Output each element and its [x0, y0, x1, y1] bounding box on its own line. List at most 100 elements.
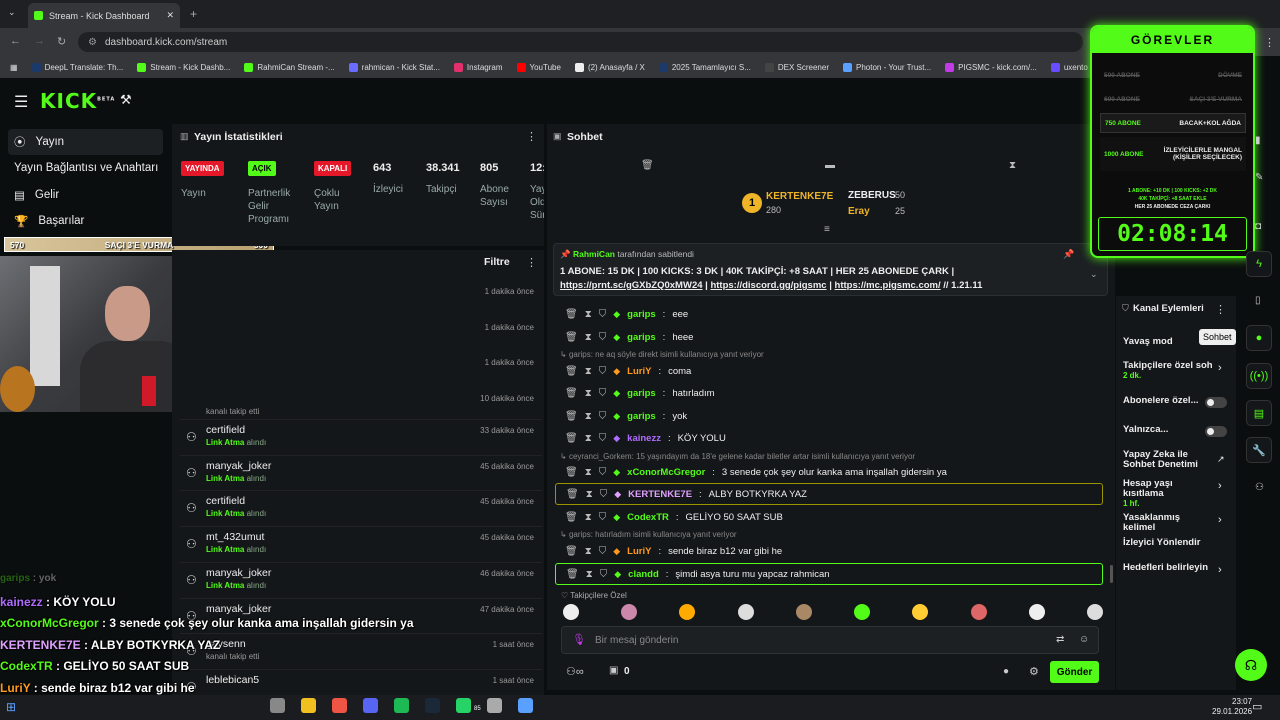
- timeout-icon[interactable]: ⧗: [585, 512, 592, 523]
- taskbar-app-icon[interactable]: [518, 698, 533, 713]
- channel-action-item[interactable]: Hedefleri belirleyin: [1123, 563, 1213, 573]
- bookmark-item[interactable]: Photon - Your Trust...: [843, 62, 931, 72]
- pinned-chevron-icon[interactable]: ⌄: [1090, 269, 1098, 280]
- taskbar-app-icon[interactable]: [487, 698, 502, 713]
- pinned-link[interactable]: https://discord.gg/pigsmc: [710, 280, 826, 291]
- pin-icon[interactable]: 📌: [1063, 249, 1074, 260]
- gift-icon[interactable]: ▣: [609, 665, 618, 676]
- timeout-icon[interactable]: ⧗: [585, 388, 592, 399]
- bookmark-item[interactable]: RahmiCan Stream -...: [244, 62, 335, 72]
- channel-action-item[interactable]: Hesap yaşı kısıtlama 1 hf.: [1123, 479, 1213, 509]
- side-icon-1[interactable]: ▮: [1255, 135, 1261, 146]
- ban-icon[interactable]: ⛉: [599, 467, 607, 478]
- chat-username[interactable]: LuriY: [627, 366, 651, 377]
- phone-icon[interactable]: ▯: [1255, 295, 1261, 306]
- taskbar-app-icon[interactable]: [425, 698, 440, 713]
- pinned-by[interactable]: RahmiCan: [573, 249, 615, 259]
- pinned-link[interactable]: https://mc.pigsmc.com/: [835, 280, 941, 291]
- translate-icon[interactable]: ⇄: [1056, 634, 1064, 645]
- chat-username[interactable]: kainezz: [627, 433, 661, 444]
- notifications-icon[interactable]: ▭: [1252, 700, 1262, 713]
- chat-username[interactable]: clandd: [628, 569, 659, 580]
- delete-icon[interactable]: 🗑: [566, 569, 579, 580]
- activity-user[interactable]: mt_432umut: [206, 531, 264, 543]
- emote-icon[interactable]: [912, 604, 929, 620]
- ban-icon[interactable]: ⛉: [599, 433, 607, 444]
- channel-action-item[interactable]: İzleyici Yönlendir: [1123, 538, 1213, 548]
- channel-action-item[interactable]: Yasaklanmış kelimel: [1123, 513, 1213, 533]
- emote-icon[interactable]: [795, 604, 812, 620]
- channel-actions-more-icon[interactable]: ⋮: [1215, 303, 1226, 316]
- chat-toggle-icon[interactable]: ●: [1246, 325, 1272, 351]
- emote-icon[interactable]: [1086, 604, 1103, 620]
- side-icon-3[interactable]: ◘: [1255, 221, 1261, 232]
- activity-user[interactable]: manyak_joker: [206, 567, 271, 579]
- pinned-link[interactable]: https://prnt.sc/gGXbZQ0xMW24: [560, 280, 703, 291]
- hourglass-icon[interactable]: ⧗: [1009, 160, 1016, 171]
- ban-icon[interactable]: ⛉: [599, 332, 607, 343]
- tools-icon[interactable]: 🔧: [1246, 437, 1272, 463]
- taskbar-app-icon[interactable]: [456, 698, 471, 713]
- infinity-icon[interactable]: ⚇∞: [566, 665, 584, 678]
- bookmark-item[interactable]: uxento: [1050, 62, 1088, 72]
- ban-icon[interactable]: ⛉: [599, 411, 607, 422]
- reload-icon[interactable]: ↻: [57, 35, 66, 48]
- emote-icon[interactable]: [854, 604, 871, 620]
- chevron-right-icon[interactable]: ›: [1218, 480, 1222, 492]
- timeout-icon[interactable]: ⧗: [585, 411, 592, 422]
- timeout-icon[interactable]: ⧗: [585, 366, 592, 377]
- mic-icon[interactable]: 🎙: [572, 633, 586, 646]
- hammer-icon[interactable]: ⚒: [120, 92, 132, 108]
- ban-icon[interactable]: ⛉: [599, 388, 607, 399]
- channel-action-item[interactable]: Abonelere özel...: [1123, 396, 1213, 406]
- delete-icon[interactable]: 🗑: [565, 366, 578, 377]
- emote-icon[interactable]: [1028, 604, 1045, 620]
- ban-icon[interactable]: ⛉: [600, 569, 608, 580]
- delete-icon[interactable]: 🗑: [565, 332, 578, 343]
- menu-icon[interactable]: ☰: [14, 92, 28, 112]
- new-tab-icon[interactable]: +: [190, 7, 197, 21]
- share-icon[interactable]: ⚇: [1255, 482, 1264, 493]
- taskbar-app-icon[interactable]: [394, 698, 409, 713]
- top-gifter-name[interactable]: KERTENKE7E: [766, 191, 833, 202]
- bookmark-item[interactable]: Instagram: [453, 62, 503, 72]
- timeout-icon[interactable]: ⧗: [585, 546, 592, 557]
- timeout-icon[interactable]: ⧗: [585, 433, 592, 444]
- windows-start-icon[interactable]: ⊞: [6, 700, 16, 714]
- delete-icon[interactable]: 🗑: [565, 467, 578, 478]
- back-icon[interactable]: ←: [10, 35, 21, 47]
- timeout-icon[interactable]: ⧗: [586, 489, 593, 500]
- flash-icon[interactable]: ϟ: [1246, 251, 1272, 277]
- ban-icon[interactable]: ⛉: [599, 309, 607, 320]
- chat-username[interactable]: xConorMcGregor: [627, 467, 705, 478]
- ban-icon[interactable]: ⛉: [599, 366, 607, 377]
- stats-more-icon[interactable]: ⋮: [526, 130, 537, 143]
- bookmark-item[interactable]: 2025 Tamamlayıcı S...: [658, 62, 751, 72]
- emote-icon[interactable]: [737, 604, 754, 620]
- emoji-icon[interactable]: ☺: [1079, 634, 1089, 645]
- top-gifter-name[interactable]: ZEBERUS: [848, 190, 896, 201]
- delete-icon[interactable]: 🗑: [565, 411, 578, 422]
- taskbar-app-icon[interactable]: [301, 698, 316, 713]
- broadcast-toggle-icon[interactable]: ((•)): [1246, 363, 1272, 389]
- expand-icon[interactable]: ≡: [824, 224, 830, 235]
- bookmark-item[interactable]: YouTube: [516, 62, 561, 72]
- activity-user[interactable]: certifield: [206, 495, 245, 507]
- channel-action-item[interactable]: Yapay Zeka ile Sohbet Denetimi: [1123, 450, 1213, 470]
- tab-close-icon[interactable]: ✕: [166, 10, 174, 21]
- sidebar-item-basarilar[interactable]: 🏆 Başarılar: [8, 208, 163, 234]
- delete-icon[interactable]: 🗑: [565, 388, 578, 399]
- chat-username[interactable]: KERTENKE7E: [628, 489, 692, 500]
- external-link-icon[interactable]: ↗: [1217, 454, 1225, 465]
- chat-tool-icon[interactable]: ▬: [825, 160, 835, 171]
- browser-menu-icon[interactable]: ⋮: [1264, 36, 1275, 49]
- chat-bubble-small-icon[interactable]: ●: [1003, 666, 1009, 677]
- activity-more-icon[interactable]: ⋮: [526, 256, 537, 269]
- send-button[interactable]: Gönder: [1050, 661, 1099, 683]
- ban-icon[interactable]: ⛉: [599, 546, 607, 557]
- layout-icon[interactable]: ▤: [1246, 400, 1272, 426]
- chat-scrollbar[interactable]: [1110, 565, 1113, 583]
- chat-username[interactable]: CodexTR: [627, 512, 669, 523]
- emote-icon[interactable]: [679, 604, 696, 620]
- chat-username[interactable]: garips: [627, 332, 656, 343]
